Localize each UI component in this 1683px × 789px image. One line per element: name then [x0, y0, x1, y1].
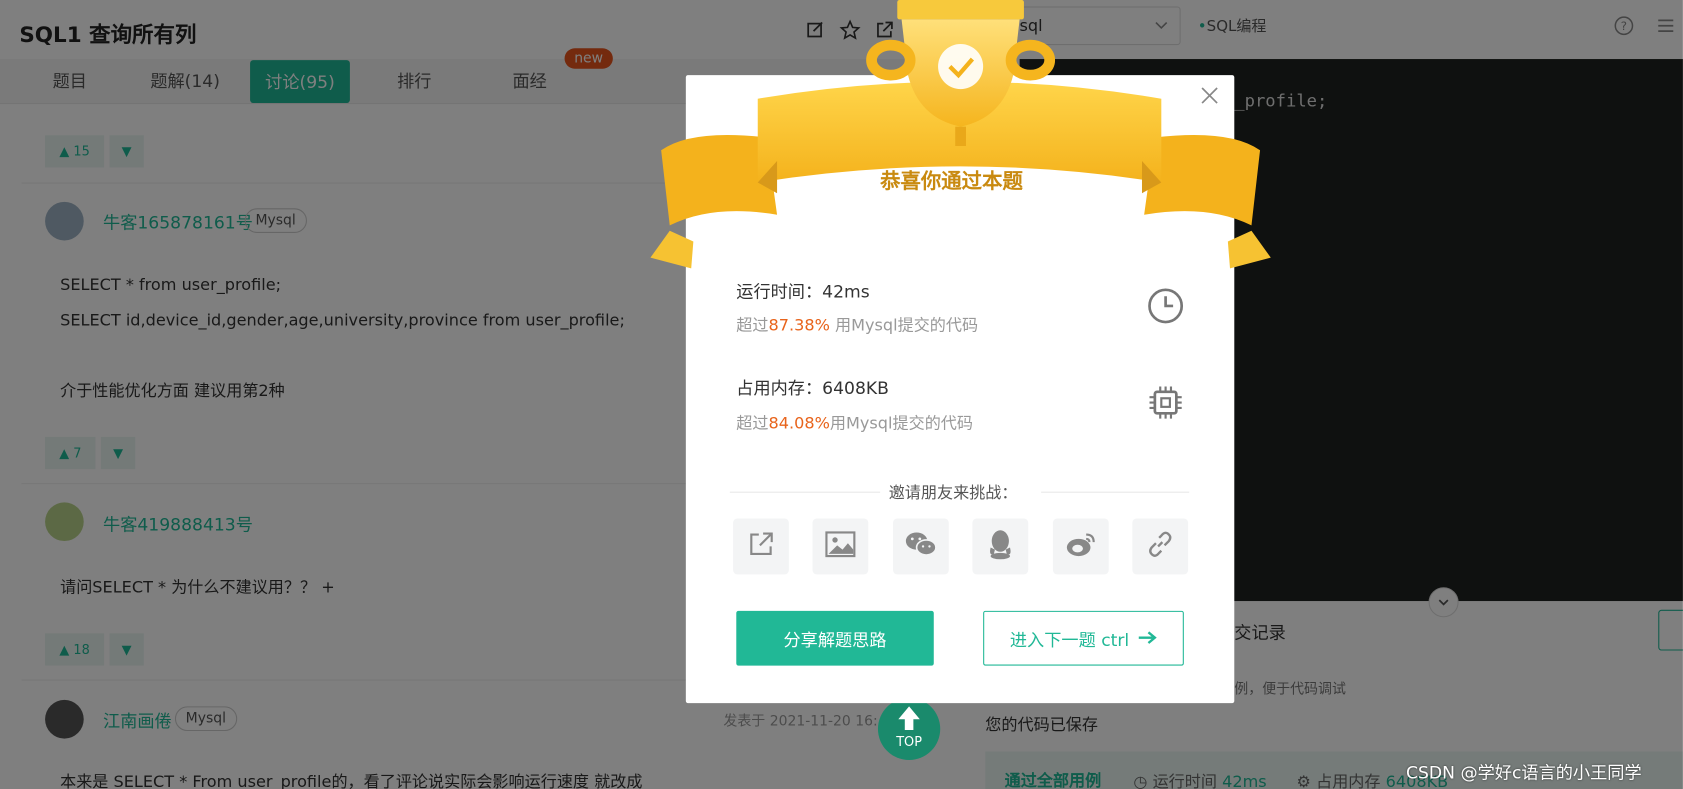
divider	[729, 491, 881, 493]
share-solution-button[interactable]: 分享解题思路	[736, 610, 934, 666]
invite-label: 邀请朋友来挑战：	[888, 483, 1018, 503]
share-external-button[interactable]	[733, 518, 789, 575]
clock-icon	[1146, 287, 1185, 330]
trophy-ribbon-illustration	[648, 0, 1273, 283]
share-wechat-button[interactable]	[892, 518, 949, 575]
arrow-right-icon	[1138, 628, 1157, 648]
close-icon[interactable]	[1200, 86, 1219, 110]
qq-icon	[986, 528, 1014, 564]
share-weibo-button[interactable]	[1052, 518, 1109, 575]
share-qq-button[interactable]	[972, 518, 1029, 575]
page: SQL1 查询所有列 ysql •SQL编程 ? 题目 题解(14) 讨论(95…	[0, 0, 1683, 789]
copy-link-button[interactable]	[1132, 518, 1189, 575]
wechat-icon	[904, 529, 938, 563]
link-icon	[1145, 529, 1175, 563]
arrow-up-icon	[894, 704, 924, 736]
divider	[1041, 491, 1190, 493]
runtime-compare: 超过87.38% 用Mysql提交的代码	[736, 315, 979, 335]
congrats-banner: 恭喜你通过本题	[880, 169, 1023, 194]
watermark: CSDN @学好c语言的小王同学	[1406, 762, 1642, 783]
memory-compare: 超过84.08%用Mysql提交的代码	[736, 413, 973, 433]
external-link-icon	[746, 529, 776, 563]
runtime-stat: 运行时间：42ms	[736, 281, 870, 302]
image-icon	[824, 530, 856, 562]
chip-icon	[1146, 383, 1185, 426]
share-image-button[interactable]	[812, 518, 869, 575]
next-problem-button[interactable]: 进入下一题 ctrl	[983, 610, 1184, 666]
weibo-icon	[1065, 530, 1097, 562]
memory-stat: 占用内存：6408KB	[736, 377, 889, 399]
